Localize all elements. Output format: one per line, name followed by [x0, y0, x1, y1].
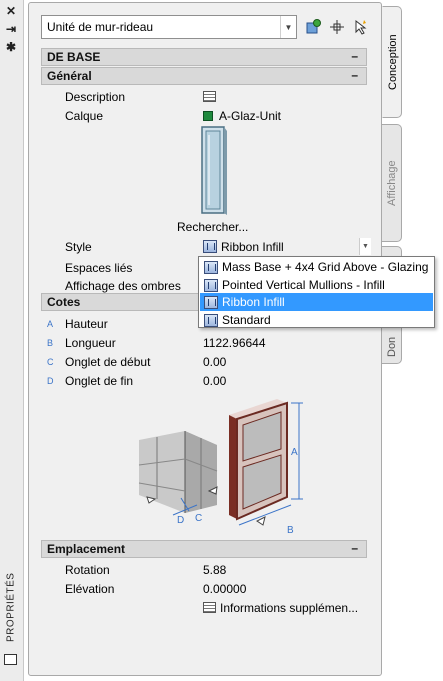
section-general-header[interactable]: Général –: [41, 67, 367, 85]
end-miter-letter: D: [47, 375, 54, 386]
select-objects-icon[interactable]: [327, 17, 347, 37]
collapse-icon[interactable]: –: [351, 68, 358, 82]
spaces-label: Espaces liés: [65, 260, 133, 275]
tab-conception-label: Conception: [387, 34, 399, 90]
palette-title-bar: ✕ ⇥ ✱ PROPRIÉTÉS: [0, 0, 24, 681]
diagram-label-d: D: [177, 515, 184, 526]
properties-icon[interactable]: [4, 654, 17, 665]
add-object-icon[interactable]: [303, 17, 323, 37]
collapse-icon[interactable]: –: [351, 49, 358, 63]
end-miter-label: Onglet de fin: [65, 373, 134, 388]
height-label: Hauteur: [65, 316, 108, 331]
shadow-label: Affichage des ombres: [65, 278, 181, 293]
style-icon: [203, 240, 217, 253]
property-row-description[interactable]: Description: [59, 87, 367, 106]
tab-conception[interactable]: Conception: [382, 6, 402, 118]
property-row-style[interactable]: Style Ribbon Infill ▼: [59, 237, 371, 256]
layer-value[interactable]: A-Glaz-Unit: [203, 109, 281, 123]
description-value[interactable]: [203, 91, 220, 102]
property-row-end-miter[interactable]: D Onglet de fin 0.00: [47, 371, 367, 390]
collapse-icon[interactable]: –: [351, 541, 358, 555]
info-icon: [203, 602, 216, 613]
style-dropdown-list[interactable]: Mass Base + 4x4 Grid Above - Glazing Poi…: [198, 256, 435, 328]
end-miter-value[interactable]: 0.00: [203, 374, 226, 388]
rotation-label: Rotation: [65, 562, 110, 577]
layer-label: Calque: [65, 108, 104, 123]
section-base-header[interactable]: DE BASE –: [41, 48, 367, 66]
style-option-selected[interactable]: Ribbon Infill: [200, 293, 433, 311]
palette-title: PROPRIÉTÉS: [5, 572, 17, 643]
tab-affichage[interactable]: Affichage: [382, 124, 402, 242]
style-option[interactable]: Standard: [200, 311, 433, 329]
style-icon: [204, 260, 218, 274]
start-miter-label: Onglet de début: [65, 354, 151, 369]
object-type-select[interactable]: Unité de mur-rideau ▼: [41, 15, 297, 39]
style-icon: [204, 278, 218, 292]
tab-affichage-label: Affichage: [386, 160, 398, 206]
style-value[interactable]: Ribbon Infill: [203, 240, 284, 254]
close-icon[interactable]: ✕: [4, 4, 18, 18]
gear-icon[interactable]: ✱: [4, 40, 18, 54]
style-label: Style: [65, 239, 92, 254]
length-value[interactable]: 1122.96644: [203, 336, 266, 350]
length-label: Longueur: [65, 335, 116, 350]
section-dimensions-title: Cotes: [47, 295, 81, 309]
section-general-title: Général: [47, 69, 92, 83]
property-row-elevation[interactable]: Elévation 0.00000: [59, 579, 367, 598]
property-row-more-info[interactable]: Informations supplémen...: [59, 598, 367, 617]
property-row-length[interactable]: B Longueur 1122.96644: [47, 333, 367, 352]
quick-select-icon[interactable]: [351, 17, 371, 37]
section-location-header[interactable]: Emplacement –: [41, 540, 367, 558]
style-option[interactable]: Mass Base + 4x4 Grid Above - Glazing: [200, 258, 433, 276]
start-miter-value[interactable]: 0.00: [203, 355, 226, 369]
start-miter-letter: C: [47, 356, 54, 367]
style-option[interactable]: Pointed Vertical Mullions - Infill: [200, 276, 433, 294]
height-letter: A: [47, 318, 54, 329]
section-base-title: DE BASE: [47, 50, 101, 64]
object-type-value: Unité de mur-rideau: [47, 20, 154, 34]
more-info-button[interactable]: Informations supplémen...: [203, 601, 358, 615]
section-location-title: Emplacement: [47, 542, 126, 556]
style-icon: [204, 313, 218, 327]
pin-icon[interactable]: ⇥: [4, 22, 18, 36]
length-letter: B: [47, 337, 54, 348]
chevron-down-icon[interactable]: ▼: [359, 238, 371, 255]
description-icon[interactable]: [203, 91, 216, 102]
chevron-down-icon[interactable]: ▼: [280, 16, 296, 38]
panel-illustration: [229, 399, 288, 521]
property-row-layer[interactable]: Calque A-Glaz-Unit: [59, 106, 367, 125]
layer-color-swatch: [203, 110, 213, 121]
style-preview: [199, 125, 229, 217]
dimension-diagram: D C A B: [138, 399, 303, 535]
description-label: Description: [65, 89, 126, 104]
properties-panel: Unité de mur-rideau ▼ DE BASE – Général …: [28, 2, 382, 676]
property-row-rotation[interactable]: Rotation 5.88: [59, 560, 367, 579]
style-icon: [204, 295, 218, 309]
browse-link[interactable]: Rechercher...: [177, 220, 248, 234]
elevation-value[interactable]: 0.00000: [203, 582, 246, 596]
elevation-label: Elévation: [65, 581, 115, 596]
diagram-label-c: C: [195, 513, 202, 524]
diagram-label-b: B: [287, 525, 294, 535]
rotation-value[interactable]: 5.88: [203, 563, 226, 577]
diagram-label-a: A: [291, 447, 298, 458]
property-row-start-miter[interactable]: C Onglet de début 0.00: [47, 352, 367, 371]
